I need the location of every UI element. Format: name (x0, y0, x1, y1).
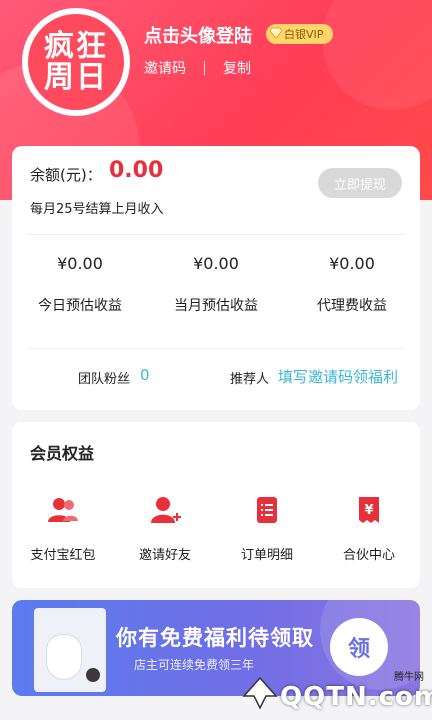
yen-doc-icon: ¥ (359, 497, 379, 523)
stat-month[interactable]: ¥0.00 当月预估收益 (148, 254, 284, 315)
divider (204, 61, 205, 75)
invite-code-label: 邀请码 (144, 61, 186, 77)
benefit-label: 订单明细 (240, 548, 293, 563)
invite-code-row: 邀请码 复制 (144, 58, 251, 78)
stat-value: ¥0.00 (329, 254, 375, 273)
divider (28, 348, 404, 349)
member-benefits-card: 会员权益 支付宝红包 邀请好友 订单明细 ¥ 合伙中心 (12, 422, 420, 588)
benefit-invite-friends[interactable]: 邀请好友 (114, 494, 216, 563)
team-fans-value[interactable]: 0 (140, 366, 150, 384)
users-icon (48, 498, 78, 522)
divider (28, 234, 404, 235)
team-fans-label: 团队粉丝 (78, 372, 131, 387)
stat-agency[interactable]: ¥0.00 代理费收益 (284, 254, 420, 315)
withdraw-button[interactable]: 立即提现 (318, 168, 402, 198)
stat-value: ¥0.00 (57, 254, 103, 273)
banner-title: 你有免费福利待领取 (116, 626, 314, 650)
copy-button[interactable]: 复制 (223, 58, 251, 78)
benefits-grid: 支付宝红包 邀请好友 订单明细 ¥ 合伙中心 (12, 494, 420, 563)
add-user-icon (151, 497, 181, 523)
benefit-order-details[interactable]: 订单明细 (216, 494, 318, 563)
balance-label: 余额(元)： (30, 166, 102, 184)
vip-label: 白银VIP (284, 28, 324, 41)
brand-dot (86, 668, 100, 682)
benefit-partner-center[interactable]: ¥ 合伙中心 (318, 494, 420, 563)
svg-text:¥: ¥ (364, 503, 373, 518)
product-image (34, 608, 106, 692)
referrer-label: 推荐人 (230, 372, 270, 387)
stat-label: 当月预估收益 (174, 298, 258, 314)
stat-today[interactable]: ¥0.00 今日预估收益 (12, 254, 148, 315)
watermark-small-text: 腾牛网 (394, 672, 424, 683)
benefit-alipay-redpacket[interactable]: 支付宝红包 (12, 494, 114, 563)
avatar-logo: 疯狂 周日 (28, 14, 124, 110)
benefit-label: 邀请好友 (138, 548, 191, 563)
avatar-text-line2: 周日 (44, 60, 108, 95)
balance-value: 0.00 (109, 158, 164, 183)
watermark-logo-icon (242, 676, 278, 710)
header-decoration (322, 0, 432, 110)
diamond-icon (270, 27, 282, 39)
earnings-stats: ¥0.00 今日预估收益 ¥0.00 当月预估收益 ¥0.00 代理费收益 (12, 254, 420, 315)
list-icon (257, 497, 277, 523)
member-benefits-title: 会员权益 (30, 444, 95, 463)
avatar[interactable]: 疯狂 周日 (22, 8, 130, 116)
avatar-text-line1: 疯狂 (44, 28, 108, 64)
benefit-label: 支付宝红包 (30, 548, 96, 563)
stat-label: 代理费收益 (317, 298, 387, 314)
watermark-text: QQTN.com (280, 682, 432, 712)
login-prompt[interactable]: 点击头像登陆 (144, 22, 252, 48)
benefit-label: 合伙中心 (342, 548, 395, 563)
stat-value: ¥0.00 (193, 254, 239, 273)
referrer-link[interactable]: 填写邀请码领福利 (278, 366, 398, 387)
face-mask-graphic (46, 634, 82, 680)
settlement-note: 每月25号结算上月收入 (30, 202, 164, 217)
balance-card: 余额(元)： 0.00 立即提现 每月25号结算上月收入 ¥0.00 今日预估收… (12, 146, 420, 410)
banner-subtitle: 店主可连续免费领三年 (134, 658, 255, 672)
watermark: 腾牛网 QQTN.com (240, 666, 432, 716)
vip-badge: 白银VIP (266, 24, 334, 44)
stat-label: 今日预估收益 (38, 298, 122, 314)
